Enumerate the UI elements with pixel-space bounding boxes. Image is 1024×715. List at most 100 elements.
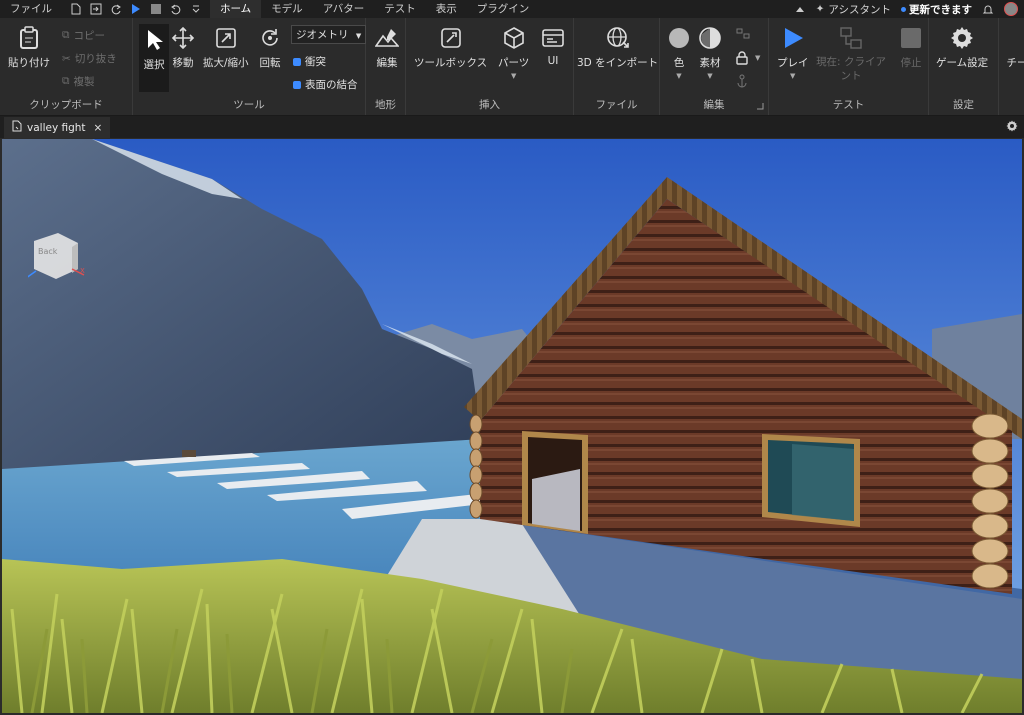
user-avatar[interactable]	[1004, 2, 1018, 16]
scale-icon	[214, 26, 238, 50]
lock-icon[interactable]	[736, 51, 748, 68]
update-dot-icon	[901, 6, 906, 12]
import-3d-button[interactable]: 3D をインポート	[577, 26, 658, 70]
material-sphere-icon	[698, 26, 722, 50]
game-settings-button[interactable]: ゲーム設定	[936, 26, 988, 70]
ribbon: 貼り付け ⧉ コピー ✂ 切り抜き ⧉ 複製 クリップボード 選択 移動 拡大/縮小 …	[0, 18, 1024, 116]
cube-icon	[502, 26, 526, 50]
stop-label: 停止	[900, 57, 922, 69]
client-server-icon	[839, 26, 863, 50]
material-button[interactable]: 素材 ▼	[698, 26, 722, 80]
document-tab[interactable]: valley fight ×	[4, 117, 111, 138]
tab-plugins[interactable]: プラグイン	[467, 0, 540, 18]
chevron-down-icon: ▼	[510, 72, 517, 80]
clipboard-group-label: クリップボード	[29, 99, 103, 111]
geometry-dropdown[interactable]: ジオメトリ ▼	[291, 25, 367, 44]
duplicate-button[interactable]: ⧉ 複製	[62, 74, 95, 89]
join-surfaces-label: 表面の結合	[305, 79, 358, 91]
settings-group: ゲーム設定 設定	[929, 18, 999, 115]
globe-import-icon	[606, 26, 630, 50]
notification-bell-icon[interactable]	[982, 3, 994, 15]
copy-icon: ⧉	[62, 29, 70, 41]
color-label: 色	[673, 57, 685, 69]
viewport-settings-gear-icon[interactable]	[1006, 120, 1018, 135]
copy-label: コピー	[73, 30, 106, 42]
chevron-down-icon: ▼	[707, 72, 713, 80]
scale-tool-button[interactable]: 拡大/縮小	[203, 26, 249, 70]
duplicate-label: 複製	[73, 76, 95, 88]
cut-button[interactable]: ✂ 切り抜き	[62, 51, 117, 66]
color-button[interactable]: 色 ▼	[667, 26, 691, 80]
terrain-group: 編集 地形	[366, 18, 406, 115]
cursor-arrow-icon	[142, 28, 166, 52]
select-tool-label: 選択	[143, 59, 165, 71]
game-settings-label: ゲーム設定	[936, 57, 989, 69]
insert-group-label: 挿入	[479, 99, 500, 111]
scene-render	[2, 139, 1022, 713]
tab-home[interactable]: ホーム	[210, 0, 262, 18]
join-surfaces-checkbox[interactable]: 表面の結合	[293, 77, 358, 92]
terrain-edit-button[interactable]: 編集	[375, 26, 399, 70]
view-cube-face-label: Back	[38, 247, 58, 256]
move-tool-button[interactable]: 移動	[171, 26, 195, 70]
file-group: 3D をインポート ファイル	[574, 18, 660, 115]
svg-text:X: X	[80, 267, 85, 275]
select-tool-button[interactable]: 選択	[139, 24, 169, 92]
copy-button[interactable]: ⧉ コピー	[62, 28, 105, 43]
part-button[interactable]: パーツ ▼	[498, 26, 529, 80]
document-tab-title: valley fight	[27, 121, 86, 134]
menu-file[interactable]: ファイル	[0, 0, 62, 18]
ui-label: UI	[547, 55, 559, 67]
current-client-button[interactable]: 現在: クライアント	[815, 26, 887, 83]
stop-icon[interactable]	[150, 3, 162, 15]
file-group-label: ファイル	[595, 99, 638, 111]
overflow-spacer	[1005, 26, 1024, 50]
open-file-icon[interactable]	[90, 3, 102, 15]
overflow-label: チー	[1006, 57, 1024, 69]
checkbox-checked-icon	[293, 80, 301, 89]
toolbox-button[interactable]: ツールボックス	[414, 26, 487, 70]
close-tab-icon[interactable]: ×	[94, 122, 103, 134]
color-circle-icon	[667, 26, 691, 50]
play-icon[interactable]	[130, 3, 142, 15]
tab-avatar[interactable]: アバター	[313, 0, 375, 18]
customize-toolbar-icon[interactable]	[190, 3, 202, 15]
paste-button[interactable]: 貼り付け	[8, 26, 50, 70]
chevron-down-icon: ▼	[790, 72, 796, 80]
overflow-team-button[interactable]: チー	[1005, 26, 1024, 70]
clipboard-group: 貼り付け ⧉ コピー ✂ 切り抜き ⧉ 複製 クリップボード	[0, 18, 133, 115]
stop-button[interactable]: 停止	[899, 26, 923, 70]
assistant-button[interactable]: ✦ アシスタント	[816, 2, 891, 17]
test-group: プレイ ▼ 現在: クライアント 停止 テスト	[769, 18, 929, 115]
test-group-label: テスト	[832, 99, 865, 111]
edit-group-label: 編集	[703, 99, 725, 111]
edit-group: 色 ▼ 素材 ▼ ▼ 編集	[660, 18, 769, 115]
tab-model[interactable]: モデル	[261, 0, 313, 18]
anchor-icon[interactable]	[736, 74, 748, 91]
group-icon[interactable]	[736, 28, 750, 43]
chevron-down-icon[interactable]: ▼	[755, 54, 760, 62]
update-button[interactable]: 更新できます	[901, 2, 972, 17]
3d-viewport[interactable]: Z X Back	[2, 139, 1022, 713]
current-client-label: 現在: クライアント	[816, 56, 886, 82]
clipboard-icon	[17, 26, 41, 50]
tab-test[interactable]: テスト	[374, 0, 426, 18]
rotate-tool-label: 回転	[259, 57, 281, 69]
view-cube[interactable]: Z X Back	[20, 229, 85, 287]
ui-button[interactable]: UI	[541, 26, 565, 67]
quick-access-toolbar	[62, 3, 210, 15]
new-file-icon[interactable]	[70, 3, 82, 15]
play-button[interactable]: プレイ ▼	[777, 26, 809, 80]
rotate-tool-button[interactable]: 回転	[258, 26, 282, 70]
tab-view[interactable]: 表示	[426, 0, 467, 18]
undo-icon[interactable]	[170, 3, 182, 15]
collide-checkbox[interactable]: 衝突	[293, 54, 326, 69]
collapse-ribbon-icon[interactable]	[794, 3, 806, 15]
menu-bar: ファイル ホーム モデル アバター テスト 表示 プラグイン ✦ アシスタント …	[0, 0, 1024, 18]
scale-tool-label: 拡大/縮小	[203, 57, 249, 69]
paste-label: 貼り付け	[8, 57, 50, 69]
redo-icon[interactable]	[110, 3, 122, 15]
terrain-group-label: 地形	[375, 99, 396, 111]
place-file-icon	[12, 120, 22, 135]
tools-group-label: ツール	[233, 99, 265, 111]
